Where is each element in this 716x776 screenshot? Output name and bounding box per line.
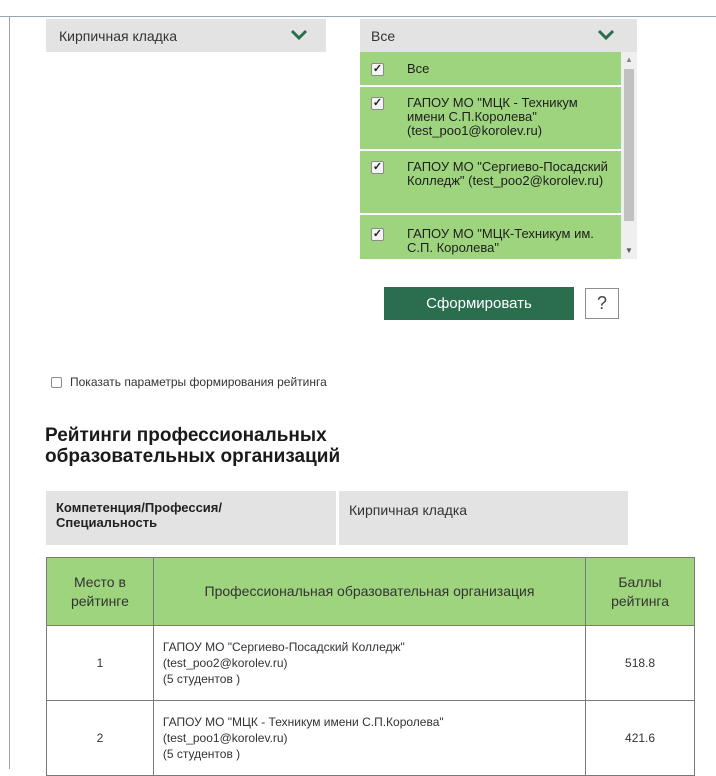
scrollbar-thumb[interactable] [624,69,634,221]
organization-options-list[interactable]: ✓ Все ✓ ГАПОУ МО "МЦК - Техникум имени С… [360,52,637,259]
option-org[interactable]: ✓ ГАПОУ МО "МЦК - Техникум имени С.П.Кор… [360,87,621,151]
competence-info: Компетенция/Профессия/ Специальность Кир… [46,491,628,545]
competence-value: Кирпичная кладка [349,502,468,518]
help-button[interactable]: ? [585,288,619,319]
competence-label: Компетенция/Профессия/ Специальность [56,500,222,530]
scroll-up-arrow-icon[interactable]: ▲ [621,52,637,68]
option-label: ГАПОУ МО "МЦК-Техникум им. С.П. Королева… [407,226,594,255]
checkbox-checked[interactable]: ✓ [371,97,384,110]
option-label: ГАПОУ МО "Сергиево-Посадский Колледж" (t… [407,159,608,188]
table-row: 1 ГАПОУ МО "Сергиево-Посадский Колледж" … [46,625,695,701]
checkbox-checked[interactable]: ✓ [371,63,384,76]
chevron-down-icon [290,29,308,41]
organization-select-value: Все [371,27,396,44]
list-scrollbar[interactable]: ▲ ▼ [621,52,637,259]
header-score: Баллы рейтинга [585,557,695,626]
header-organization: Профессиональная образовательная организ… [152,557,587,626]
option-all[interactable]: ✓ Все [360,52,621,87]
show-params-label: Показать параметры формирования рейтинга [70,375,327,389]
header-place: Место в рейтинге [46,557,154,626]
rating-score: 421.6 [585,700,695,776]
generate-button[interactable]: Сформировать [384,287,574,320]
competence-select[interactable]: Кирпичная кладка [46,19,326,52]
option-label: Все [407,61,430,76]
scroll-down-arrow-icon[interactable]: ▼ [621,243,637,259]
table-header-row: Место в рейтинге Профессиональная образо… [46,557,695,626]
page-title: Рейтинги профессиональных образовательны… [45,425,341,467]
competence-select-value: Кирпичная кладка [59,27,178,44]
show-params-option[interactable]: Показать параметры формирования рейтинга [51,375,327,389]
table-row: 2 ГАПОУ МО "МЦК - Техникум имени С.П.Кор… [46,700,695,776]
rating-score: 518.8 [585,625,695,701]
organization-select[interactable]: Все [360,19,637,52]
option-org[interactable]: ✓ ГАПОУ МО "Сергиево-Посадский Колледж" … [360,151,621,215]
checkbox-checked[interactable]: ✓ [371,161,384,174]
frame-left-border [9,16,10,769]
organization-cell: ГАПОУ МО "МЦК - Техникум имени С.П.Корол… [152,700,587,776]
rating-table: Место в рейтинге Профессиональная образо… [46,557,695,776]
show-params-checkbox[interactable] [51,376,62,388]
rating-place: 2 [46,700,154,776]
organization-cell: ГАПОУ МО "Сергиево-Посадский Колледж" (t… [152,625,587,701]
divider [336,491,339,545]
chevron-down-icon [597,29,615,41]
option-org[interactable]: ✓ ГАПОУ МО "МЦК-Техникум им. С.П. Короле… [360,215,621,259]
option-label: ГАПОУ МО "МЦК - Техникум имени С.П.Корол… [407,95,578,138]
rating-place: 1 [46,625,154,701]
frame-top-border [0,16,716,17]
checkbox-checked[interactable]: ✓ [371,228,384,241]
